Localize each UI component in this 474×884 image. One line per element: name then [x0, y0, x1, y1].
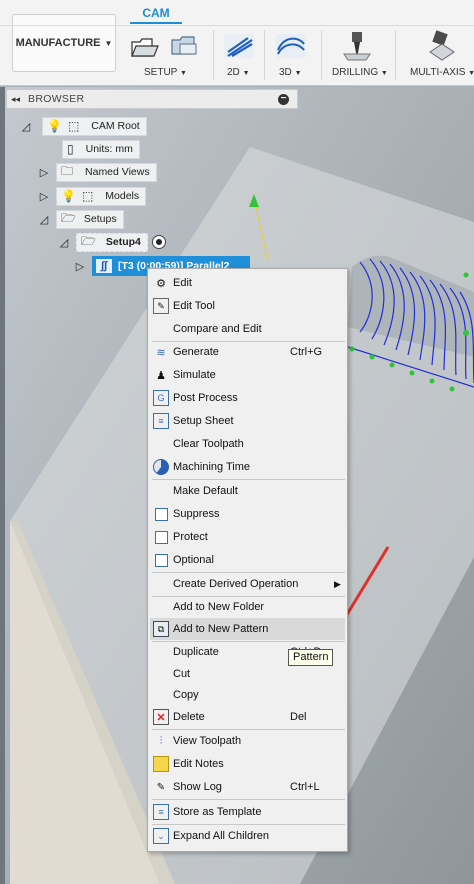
menu-item-edit-tool[interactable]: ✎ Edit Tool — [150, 295, 345, 317]
template-icon: ≡ — [153, 804, 169, 820]
expanded-triangle-icon[interactable]: ◿ — [58, 235, 70, 249]
menu-item-cut[interactable]: Cut — [150, 663, 345, 685]
tree-label: Setups — [83, 213, 117, 225]
pattern-icon: ⧉ — [153, 621, 169, 637]
toolbar-separator — [395, 30, 396, 80]
collapse-double-arrow-icon[interactable]: ◂◂ — [11, 94, 20, 105]
tree-label: CAM Root — [91, 120, 140, 132]
drilling-group-label[interactable]: DRILLING ▼ — [332, 67, 388, 78]
workspace-switcher-button[interactable]: MANUFACTURE ▼ — [12, 14, 116, 72]
tree-item-named-views[interactable]: ▷ 🗀 Named Views — [38, 162, 157, 182]
menu-item-post-process[interactable]: G Post Process — [150, 387, 345, 409]
toolbar-separator — [213, 30, 214, 80]
setup-icon[interactable] — [128, 30, 162, 62]
menu-item-machining-time[interactable]: Machining Time — [150, 456, 345, 478]
menu-item-copy[interactable]: Copy — [150, 684, 345, 706]
menu-item-create-derived-operation[interactable]: Create Derived Operation ▶ — [150, 573, 345, 595]
expand-icon: ⌄ — [153, 828, 169, 844]
cam-root-icon: ⬚ — [67, 119, 80, 133]
expanded-triangle-icon[interactable]: ◿ — [38, 212, 50, 226]
tree-item-models[interactable]: ▷ 💡 ⬚ Models — [38, 186, 147, 206]
delete-icon: ✕ — [153, 709, 169, 725]
setup-icon: 🗁 — [81, 233, 96, 248]
expanded-triangle-icon[interactable]: ◿ — [20, 119, 32, 133]
collapsed-triangle-icon[interactable]: ▷ — [74, 259, 86, 273]
3d-toolpath-icon[interactable] — [274, 30, 308, 62]
multi-axis-group-label[interactable]: MULTI-AXIS ▼ — [410, 67, 474, 78]
lightbulb-icon[interactable]: 💡 — [47, 119, 62, 133]
setup-sheet-icon: ≡ — [153, 413, 169, 429]
active-setup-radio-icon[interactable] — [151, 235, 166, 249]
drill-icon[interactable] — [340, 30, 374, 62]
toolbar-separator — [321, 30, 322, 80]
notes-icon — [153, 756, 169, 772]
chevron-down-icon: ▼ — [104, 38, 113, 48]
menu-item-show-log[interactable]: ✎ Show Log Ctrl+L — [150, 776, 345, 798]
toolpath-operation-icon: ∫∫ — [96, 259, 112, 273]
tree-item-units[interactable]: ▯ Units: mm — [58, 139, 140, 159]
toolbar: MANUFACTURE ▼ CAM SETUP ▼ 2D ▼ 3D ▼ DRIL… — [0, 0, 474, 86]
menu-item-edit-notes[interactable]: Edit Notes — [150, 753, 345, 775]
generate-icon: ≋ — [156, 346, 166, 359]
context-menu: ⚙ Edit ✎ Edit Tool Compare and Edit ≋ Ge… — [147, 268, 348, 852]
tree-label: Units: mm — [85, 143, 133, 155]
tree-label: Named Views — [85, 166, 150, 178]
tab-cam[interactable]: CAM — [130, 6, 182, 24]
3d-group-label[interactable]: 3D ▼ — [279, 67, 302, 78]
menu-item-suppress[interactable]: Suppress — [150, 503, 345, 525]
edit-tool-icon: ✎ — [153, 298, 169, 314]
suppress-checkbox[interactable] — [154, 507, 168, 521]
tooltip: Pattern — [288, 649, 334, 666]
menu-item-simulate[interactable]: ♟ Simulate — [150, 364, 345, 386]
tab-divider — [0, 25, 474, 26]
setup-group-label[interactable]: SETUP ▼ — [144, 67, 187, 78]
menu-item-delete[interactable]: ✕ Delete Del — [150, 706, 345, 728]
view-toolpath-icon: ⫶ — [159, 734, 163, 747]
browser-header[interactable]: ◂◂ BROWSER − — [6, 89, 298, 109]
menu-item-expand-all-children[interactable]: ⌄ Expand All Children — [150, 825, 345, 847]
browser-title: BROWSER — [28, 93, 85, 105]
menu-item-clear-toolpath[interactable]: Clear Toolpath — [150, 433, 345, 455]
menu-item-store-as-template[interactable]: ≡ Store as Template — [150, 801, 345, 823]
workspace-label: MANUFACTURE — [15, 37, 101, 49]
tree-label: Setup4 — [105, 236, 141, 248]
lightbulb-icon[interactable]: 💡 — [61, 189, 76, 203]
menu-item-protect[interactable]: Protect — [150, 526, 345, 548]
menu-separator — [152, 799, 345, 800]
post-process-icon: G — [153, 390, 169, 406]
minus-icon[interactable]: − — [278, 94, 289, 105]
tree-label: Models — [105, 190, 140, 202]
tree-item-setups[interactable]: ◿ 🗁 Setups — [38, 209, 124, 229]
log-icon: ✎ — [156, 781, 166, 793]
tree-item-cam-root[interactable]: ◿ 💡 ⬚ CAM Root — [20, 116, 147, 136]
simulate-icon: ♟ — [156, 369, 166, 382]
setup-folder-icon[interactable] — [168, 30, 202, 62]
menu-item-setup-sheet[interactable]: ≡ Setup Sheet — [150, 410, 345, 432]
tree-item-setup4[interactable]: ◿ 🗁 Setup4 — [58, 232, 166, 252]
protect-checkbox[interactable] — [154, 530, 168, 544]
left-edge-strip — [0, 87, 5, 884]
menu-item-view-toolpath[interactable]: ⫶ View Toolpath — [150, 730, 345, 752]
menu-item-generate[interactable]: ≋ Generate Ctrl+G — [150, 341, 345, 363]
submenu-arrow-icon: ▶ — [334, 578, 341, 589]
collapsed-triangle-icon[interactable]: ▷ — [38, 165, 50, 179]
setups-folder-icon: 🗁 — [61, 210, 76, 225]
folder-icon: 🗀 — [61, 163, 74, 178]
menu-item-add-to-new-folder[interactable]: Add to New Folder — [150, 596, 345, 618]
menu-item-edit[interactable]: ⚙ Edit — [150, 272, 345, 294]
model-icon: ⬚ — [81, 189, 94, 203]
machining-time-icon — [153, 459, 169, 475]
toolbar-separator — [264, 30, 265, 80]
2d-group-label[interactable]: 2D ▼ — [227, 67, 250, 78]
edit-icon: ⚙ — [156, 277, 166, 290]
menu-item-optional[interactable]: Optional — [150, 549, 345, 571]
menu-item-make-default[interactable]: Make Default — [150, 480, 345, 502]
document-icon: ▯ — [67, 142, 74, 156]
menu-item-compare-and-edit[interactable]: Compare and Edit — [150, 318, 345, 340]
collapsed-triangle-icon[interactable]: ▷ — [38, 189, 50, 203]
multi-axis-icon[interactable] — [424, 30, 458, 62]
2d-toolpath-icon[interactable] — [222, 30, 256, 62]
optional-checkbox[interactable] — [154, 553, 168, 567]
menu-item-add-to-new-pattern[interactable]: ⧉ Add to New Pattern — [150, 618, 345, 640]
